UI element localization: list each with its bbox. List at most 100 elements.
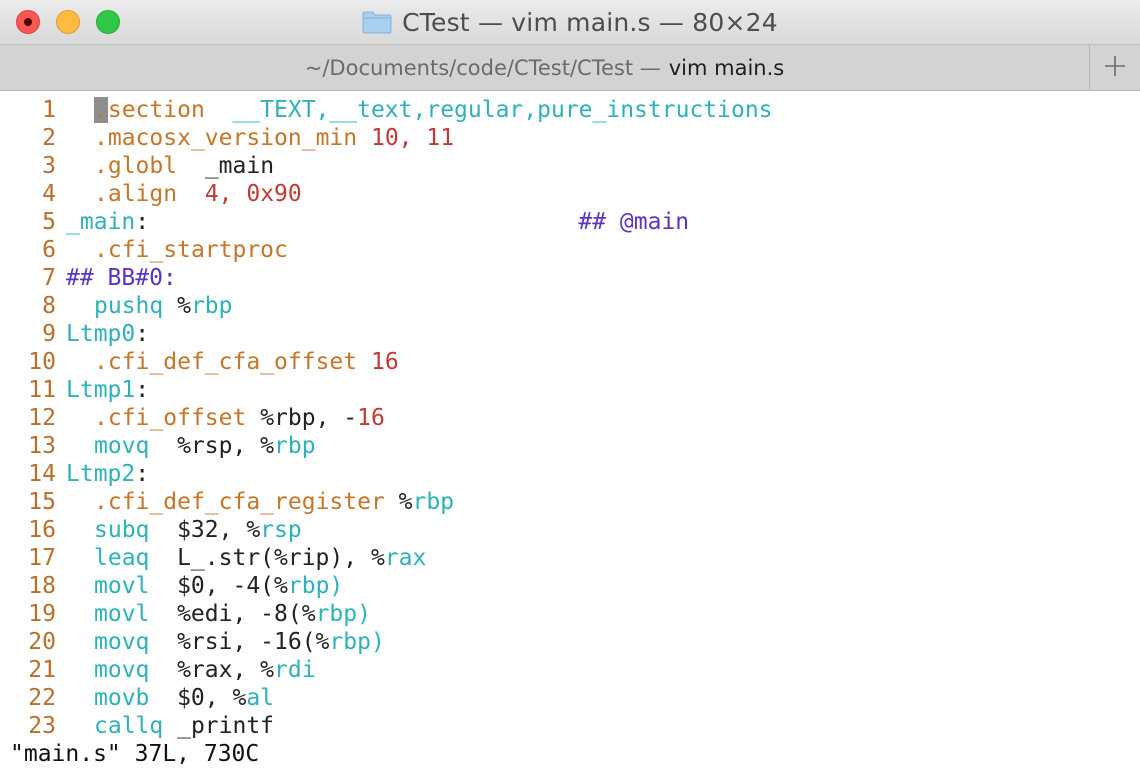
code-token: cfi_offset <box>107 405 247 431</box>
code-line: 1 .section __TEXT,__text,regular,pure_ins… <box>0 96 773 124</box>
code-token: 10, 11 <box>370 125 455 151</box>
code-token: $0, -4(% <box>149 573 288 599</box>
code-token: : <box>135 377 150 403</box>
line-number: 6 <box>42 237 56 263</box>
code-token: %edi, -8(% <box>149 601 316 627</box>
code-text: _main: ## @main <box>66 209 689 235</box>
code-line: 5 _main: ## @main <box>0 208 689 236</box>
code-token: rbp) <box>287 573 344 599</box>
terminal-content[interactable]: 1 .section __TEXT,__text,regular,pure_ins… <box>0 91 1140 778</box>
line-number: 22 <box>28 685 56 711</box>
code-token: . <box>94 489 108 515</box>
line-number: 2 <box>42 125 56 151</box>
code-token: . <box>94 97 108 123</box>
tab-process-label: vim main.s <box>668 55 785 80</box>
code-text: subq $32, %rsp <box>66 517 302 543</box>
code-token: cfi_startproc <box>107 237 288 263</box>
code-token: % <box>384 489 413 515</box>
code-token: 16 <box>370 349 399 375</box>
code-line: 15 .cfi_def_cfa_register %rbp <box>0 488 454 516</box>
code-text: movq %rsi, -16(%rbp) <box>66 629 385 655</box>
line-number: 23 <box>28 713 56 739</box>
code-token: 16 <box>357 405 385 431</box>
code-line: 3 .globl _main <box>0 152 274 180</box>
code-token: % <box>163 293 191 319</box>
line-number: 11 <box>28 377 56 403</box>
code-text: .align 4, 0x90 <box>66 181 302 207</box>
line-number: 10 <box>28 349 56 375</box>
code-line: 22 movb $0, %al <box>0 684 274 712</box>
code-text: callq _printf <box>66 713 274 739</box>
code-token: Ltmp2 <box>66 461 136 487</box>
tab-path-label: ~/Documents/code/CTest/CTest — <box>304 55 661 80</box>
code-line: 10 .cfi_def_cfa_offset 16 <box>0 348 399 376</box>
code-token: Ltmp1 <box>66 377 136 403</box>
code-token: cfi_def_cfa_offset <box>107 349 358 375</box>
code-token: rbp <box>412 489 455 515</box>
code-token: rdi <box>274 657 316 683</box>
code-line: 19 movl %edi, -8(%rbp) <box>0 600 371 628</box>
line-number: 17 <box>28 545 56 571</box>
code-token: $0, % <box>149 685 247 711</box>
code-text: .globl _main <box>66 153 274 179</box>
code-token: align <box>107 181 178 207</box>
code-token: rax <box>384 545 427 571</box>
code-token: . <box>94 349 108 375</box>
code-line: 21 movq %rax, %rdi <box>0 656 316 684</box>
vim-status-line: "main.s" 37L, 730C <box>10 741 260 767</box>
code-text: movq %rax, %rdi <box>66 657 316 683</box>
title-bar[interactable]: CTest — vim main.s — 80×24 <box>0 0 1140 44</box>
code-token: Ltmp0 <box>66 321 136 347</box>
code-token: ## @main <box>578 209 690 235</box>
code-token: L_.str(%rip), % <box>149 545 385 571</box>
code-line: 11 Ltmp1: <box>0 376 149 404</box>
line-number: 12 <box>28 405 56 431</box>
code-token: rbp <box>274 433 316 459</box>
code-token: _main <box>66 209 136 235</box>
code-line: 9 Ltmp0: <box>0 320 149 348</box>
code-token: _main <box>177 153 275 179</box>
code-text: .cfi_def_cfa_register %rbp <box>66 489 454 515</box>
terminal-window: CTest — vim main.s — 80×24 ~/Documents/c… <box>0 0 1140 778</box>
code-text: .section __TEXT,__text,regular,pure_inst… <box>66 97 773 123</box>
code-token: $32, % <box>149 517 261 543</box>
code-token: %rbp, - <box>246 405 358 431</box>
new-tab-button[interactable] <box>1089 45 1140 90</box>
code-token: _printf <box>163 713 275 739</box>
line-number: 7 <box>42 265 56 291</box>
code-token: rbp) <box>315 601 371 627</box>
code-token: section <box>107 97 205 123</box>
code-line: 2 .macosx_version_min 10, 11 <box>0 124 454 152</box>
code-text: movl $0, -4(%rbp) <box>66 573 343 599</box>
code-token: . <box>94 153 108 179</box>
code-text: .cfi_def_cfa_offset 16 <box>66 349 399 375</box>
code-token: subq <box>94 517 150 543</box>
code-token: rbp) <box>329 629 385 655</box>
code-token: %rsp, % <box>149 433 275 459</box>
code-text: leaq L_.str(%rip), %rax <box>66 545 426 571</box>
code-token: globl <box>107 153 178 179</box>
line-number: 1 <box>42 97 56 123</box>
line-number: 14 <box>28 461 56 487</box>
code-token: macosx_version_min <box>107 125 358 151</box>
code-text: ## BB#0: <box>66 265 177 291</box>
code-text: movb $0, %al <box>66 685 274 711</box>
line-number: 18 <box>28 573 56 599</box>
code-token: leaq <box>94 545 150 571</box>
code-line: 14 Ltmp2: <box>0 460 149 488</box>
code-text: Ltmp0: <box>66 321 149 347</box>
code-text: .cfi_offset %rbp, -16 <box>66 405 385 431</box>
code-text: .cfi_startproc <box>66 237 288 263</box>
code-line: 16 subq $32, %rsp <box>0 516 302 544</box>
terminal-tab[interactable]: ~/Documents/code/CTest/CTest — vim main.… <box>0 45 1089 90</box>
code-line: 18 movl $0, -4(%rbp) <box>0 572 343 600</box>
line-number: 5 <box>42 209 56 235</box>
code-line: 8 pushq %rbp <box>0 292 232 320</box>
code-token: : <box>135 209 150 235</box>
plus-icon <box>1104 55 1126 81</box>
window-title: CTest — vim main.s — 80×24 <box>0 0 1140 44</box>
code-token: cfi_def_cfa_register <box>107 489 385 515</box>
code-token: movl <box>94 601 150 627</box>
code-token: %rsi, -16(% <box>149 629 330 655</box>
